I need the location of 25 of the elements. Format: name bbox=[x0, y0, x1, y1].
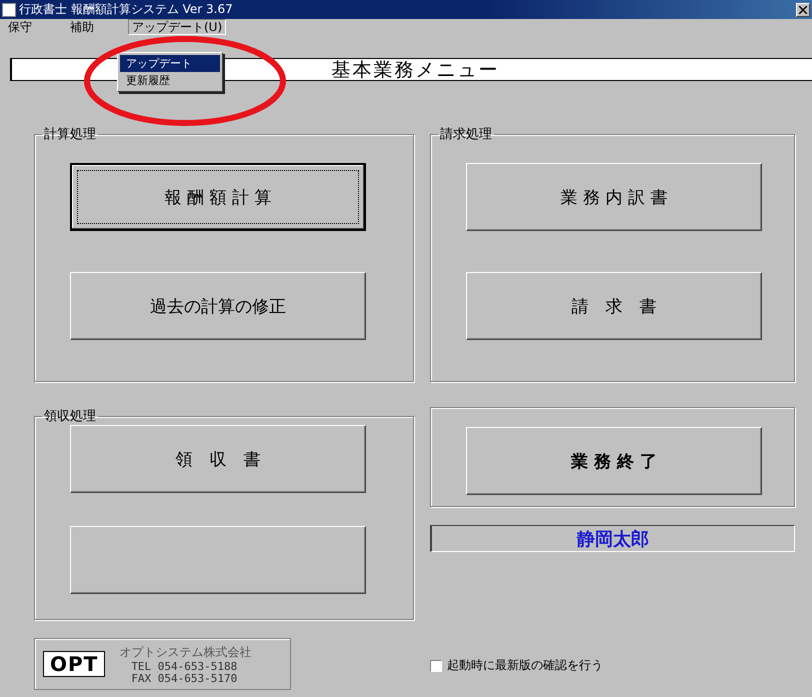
app-icon bbox=[2, 2, 16, 16]
exit-button[interactable]: 業 務 終 了 bbox=[466, 427, 762, 495]
phone-number: TEL 054-653-5188 bbox=[131, 660, 238, 672]
checkbox[interactable] bbox=[430, 660, 442, 672]
menu-item[interactable]: 保守 bbox=[4, 19, 36, 35]
menu-button[interactable]: 領 収 書 bbox=[70, 425, 366, 493]
user-name-field: 静岡太郎 bbox=[430, 525, 795, 552]
close-icon bbox=[799, 6, 807, 14]
checkbox-label: 起動時に最新版の確認を行う bbox=[447, 657, 603, 674]
menu-button[interactable]: 請 求 書 bbox=[466, 272, 762, 340]
menu-button[interactable]: 報 酬 額 計 算 bbox=[70, 163, 366, 231]
close-button[interactable] bbox=[796, 2, 810, 16]
company-name: オプトシステム株式会社 bbox=[119, 644, 252, 660]
group-title: 領収処理 bbox=[43, 408, 97, 425]
blank-button[interactable] bbox=[70, 526, 366, 594]
company-logo: OPT bbox=[43, 651, 106, 677]
menu-item[interactable]: アップデート(U) bbox=[128, 19, 226, 35]
window-title: 行政書士 報酬額計算システム Ver 3.67 bbox=[19, 1, 234, 18]
fax-number: FAX 054-653-5170 bbox=[131, 672, 238, 684]
menu-item[interactable]: 補助 bbox=[66, 19, 98, 35]
menu-button[interactable]: 過去の計算の修正 bbox=[70, 272, 366, 340]
menu-button[interactable]: 業 務 内 訳 書 bbox=[466, 163, 762, 231]
dropdown-item[interactable]: アップデート bbox=[120, 55, 220, 72]
group-title: 請求処理 bbox=[439, 126, 493, 143]
group-title: 計算処理 bbox=[43, 126, 97, 143]
